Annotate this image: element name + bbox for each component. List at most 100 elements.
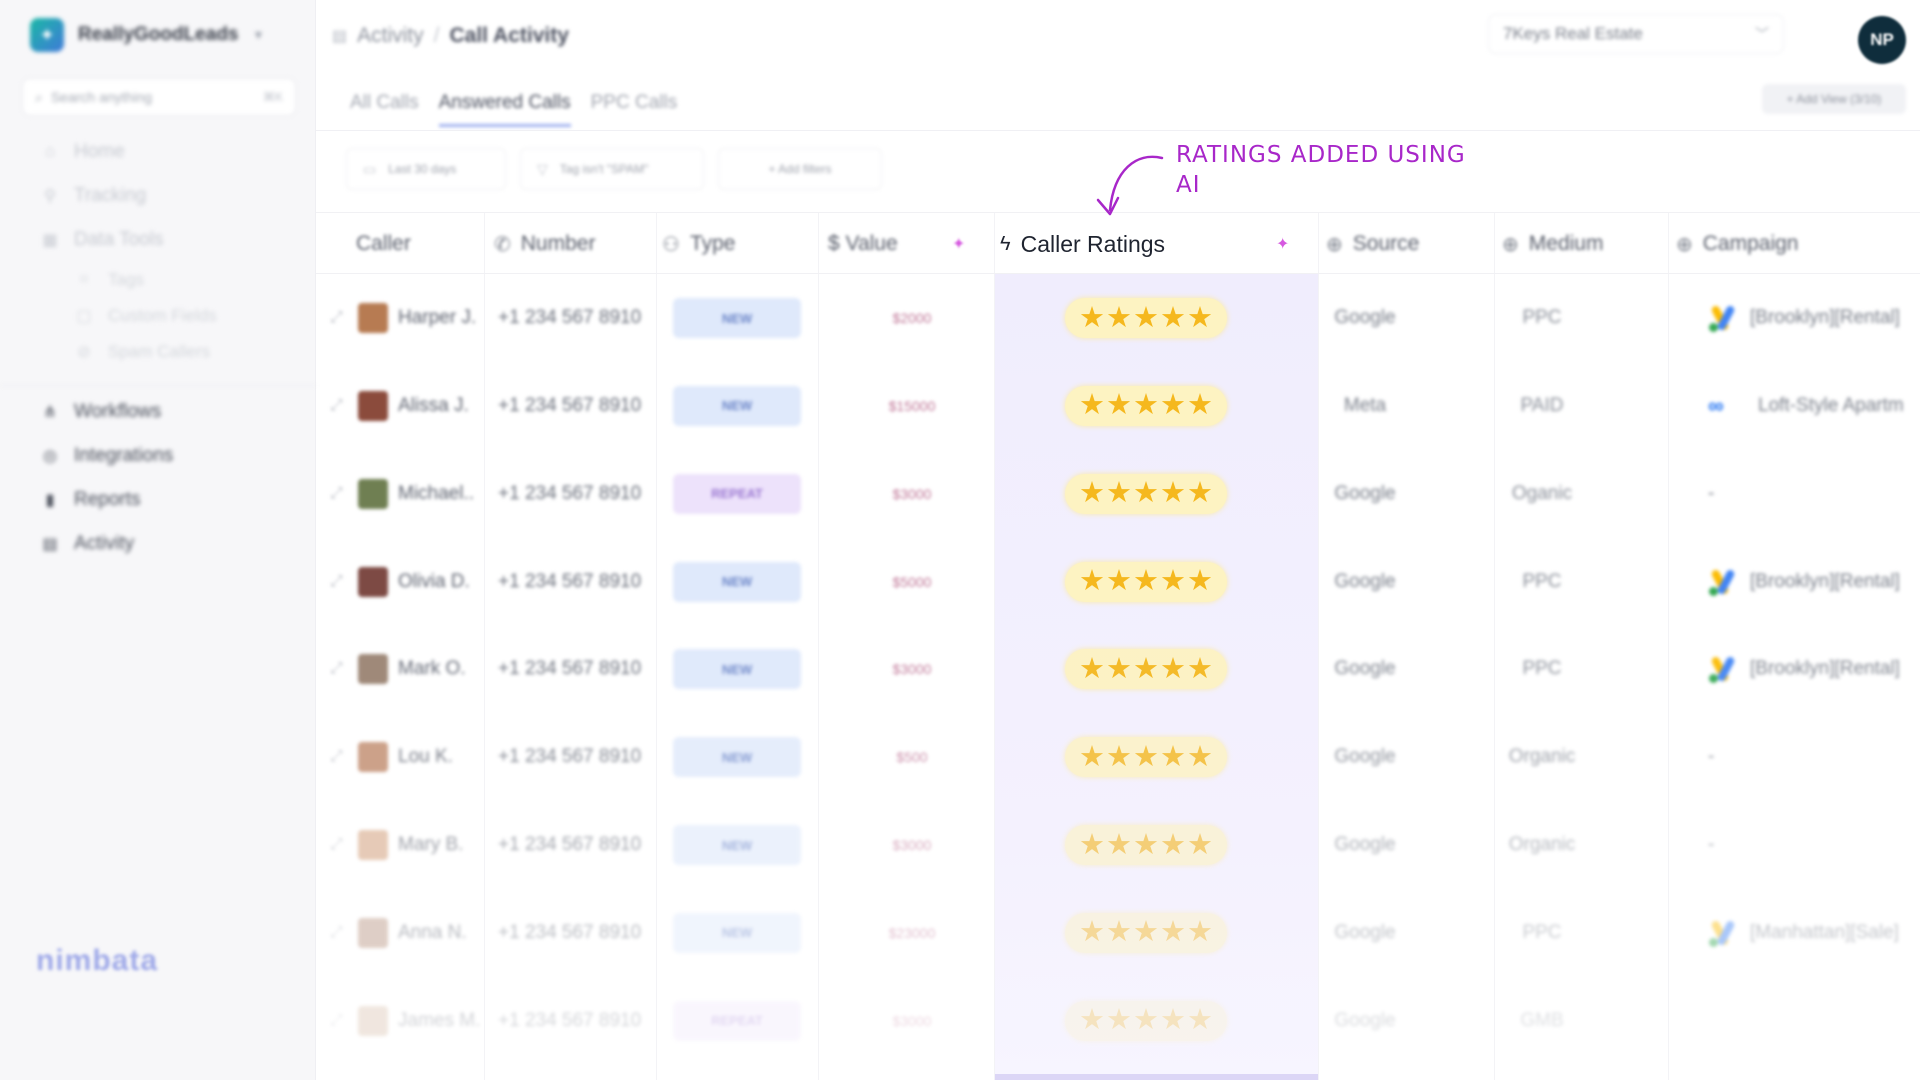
table-row[interactable]: ⤢ Harper J. +1 234 567 8910 NEW $2000 ★ ★ ★ ★ ★ Go… [316, 274, 1920, 362]
medium-value: PAID [1520, 394, 1564, 416]
caller-rating: ★ ★ ★ ★ ★ [1064, 977, 1228, 1065]
sidebar-item-reports[interactable]: ▮ Reports [40, 478, 300, 522]
number-cell: +1 234 567 8910 [498, 801, 658, 889]
chevron-down-icon: ﹀ [1755, 26, 1769, 42]
sidebar-item-activity[interactable]: ▤ Activity [40, 522, 300, 566]
column-header-type[interactable]: ⚇ Type [662, 213, 735, 275]
column-header-campaign[interactable]: ⊕ Campaign [1676, 213, 1799, 275]
column-label: $ Value [828, 232, 898, 255]
sparkle-icon: ✦ [952, 236, 966, 253]
column-header-source[interactable]: ⊕ Source [1326, 213, 1419, 275]
caller-cell[interactable]: Olivia D. [358, 538, 488, 626]
date-filter[interactable]: ▭ Last 30 days [346, 148, 506, 190]
sidebar-item-label: Activity [74, 533, 135, 554]
medium-value: Oganic [1511, 482, 1573, 504]
tag-filter[interactable]: ▽ Tag isn't "SPAM" [520, 148, 704, 190]
table-row[interactable]: ⤢ Michael.. +1 234 567 8910 REPEAT $3000 ★ ★ ★ ★… [316, 450, 1920, 538]
medium-value: PPC [1522, 658, 1562, 680]
add-view-button[interactable]: + Add View (3/10) [1762, 84, 1906, 114]
sidebar-item-custom-fields[interactable]: ▢ Custom Fields [74, 298, 300, 334]
expand-row-icon[interactable]: ⤢ [330, 713, 352, 801]
caller-avatar [358, 830, 388, 861]
campaign-name: Loft-Style Apartm [1758, 394, 1904, 416]
caller-name: Mary B. [398, 834, 464, 856]
sidebar-item-tracking[interactable]: ⚲ Tracking [40, 174, 300, 218]
sidebar-item-spam-callers[interactable]: ⊘ Spam Callers [74, 334, 300, 370]
call-value: $3000 [892, 1012, 932, 1029]
column-header-number[interactable]: ✆ Number [494, 213, 595, 275]
expand-row-icon[interactable]: ⤢ [330, 274, 352, 362]
type-cell: NEW [672, 274, 802, 362]
search-input[interactable]: ⌕ Search anything ⌘K [22, 78, 296, 116]
expand-row-icon[interactable]: ⤢ [330, 450, 352, 538]
activity-icon: ▤ [42, 536, 58, 553]
star-icon: ★ [1106, 477, 1132, 510]
caller-cell[interactable]: Alissa J. [358, 362, 488, 450]
number-cell: +1 234 567 8910 [498, 538, 658, 626]
calendar-icon: ▭ [363, 160, 377, 177]
caller-rating: ★ ★ ★ ★ ★ [1064, 274, 1228, 362]
column-label: Source [1352, 232, 1420, 255]
sidebar-item-integrations[interactable]: ◎ Integrations [40, 434, 300, 478]
caller-name: Mark O. [398, 658, 466, 680]
source-value: Google [1334, 921, 1396, 943]
caller-cell[interactable]: Mark O. [358, 625, 488, 713]
tab-all-calls[interactable]: All Calls [350, 92, 419, 127]
column-header-value[interactable]: $ Value [828, 213, 898, 275]
expand-row-icon[interactable]: ⤢ [330, 889, 352, 977]
column-header-medium[interactable]: ⊕ Medium [1502, 213, 1603, 275]
campaign-name: [Brooklyn][Rental] [1750, 658, 1900, 680]
source-cell: Google [1282, 713, 1448, 801]
sidebar-item-label: Home [74, 141, 125, 162]
page-title: Call Activity [449, 24, 569, 47]
tag-icon: ⌗ [79, 271, 89, 288]
table-row[interactable]: ⤢ Olivia D. +1 234 567 8910 NEW $5000 ★ ★ ★ ★ ★ Go… [316, 538, 1920, 626]
add-filters-button[interactable]: + Add filters [718, 148, 882, 190]
star-icon: ★ [1079, 652, 1105, 685]
table-row[interactable]: ⤢ Alissa J. +1 234 567 8910 NEW $15000 ★ ★ ★ ★ ★ M… [316, 362, 1920, 450]
column-header-caller[interactable]: Caller [356, 213, 411, 275]
avatar[interactable]: NP [1858, 16, 1906, 64]
sidebar-item-home[interactable]: ⌂ Home [40, 130, 300, 174]
sidebar-item-tags[interactable]: ⌗ Tags [74, 262, 300, 298]
campaign-cell: [Brooklyn][Rental] [1708, 538, 1920, 626]
table-row[interactable]: ⤢ Mary B. +1 234 567 8910 NEW $3000 ★ ★ ★ ★ ★ Goog… [316, 801, 1920, 889]
account-select[interactable]: 7Keys Real Estate ﹀ [1488, 14, 1784, 54]
caller-cell[interactable]: James M. [358, 977, 488, 1065]
caller-name: James M. [398, 1009, 481, 1031]
expand-row-icon[interactable]: ⤢ [330, 625, 352, 713]
sidebar-nav-bottom: ⋔ Workflows ◎ Integrations ▮ Reports ▤ Activ… [40, 390, 300, 566]
caller-cell[interactable]: Harper J. [358, 274, 488, 362]
ai-ratings-annotation: RATINGS ADDED USING AI [1176, 142, 1466, 198]
expand-row-icon[interactable]: ⤢ [330, 538, 352, 626]
sidebar-item-data-tools[interactable]: ▦ Data Tools [40, 218, 300, 262]
caller-cell[interactable]: Anna N. [358, 889, 488, 977]
caller-avatar [358, 1005, 388, 1036]
caller-cell[interactable]: Mary B. [358, 801, 488, 889]
breadcrumb-parent[interactable]: Activity [357, 24, 424, 48]
google-ads-icon [1708, 920, 1734, 947]
expand-row-icon[interactable]: ⤢ [330, 801, 352, 889]
caller-number: +1 234 567 8910 [498, 746, 642, 768]
caller-name: Lou K. [398, 746, 453, 768]
sidebar-item-label: Integrations [74, 445, 174, 466]
caller-avatar [358, 566, 388, 597]
tab-ppc-calls[interactable]: PPC Calls [591, 92, 678, 127]
caller-cell[interactable]: Michael.. [358, 450, 488, 538]
table-row[interactable]: ⤢ James M. +1 234 567 8910 REPEAT $3000 ★ ★ ★ ★ ★… [316, 977, 1920, 1065]
star-icon: ★ [1187, 389, 1213, 422]
workspace-switcher[interactable]: ✦ ReallyGoodLeads ▼ [30, 18, 264, 52]
expand-row-icon[interactable]: ⤢ [330, 977, 352, 1065]
rating-stars: ★ ★ ★ ★ ★ [1065, 385, 1227, 426]
table-row[interactable]: ⤢ Anna N. +1 234 567 8910 NEW $23000 ★ ★ ★ ★ ★ Goo… [316, 889, 1920, 977]
sidebar-item-workflows[interactable]: ⋔ Workflows [40, 390, 300, 434]
table-row[interactable]: ⤢ Mark O. +1 234 567 8910 NEW $3000 ★ ★ ★ ★ ★ Goog… [316, 625, 1920, 713]
caller-cell[interactable]: Lou K. [358, 713, 488, 801]
expand-row-icon[interactable]: ⤢ [330, 362, 352, 450]
type-badge: NEW [673, 737, 801, 778]
activity-icon: ▤ [332, 28, 348, 45]
type-cell: NEW [672, 713, 802, 801]
tab-answered-calls[interactable]: Answered Calls [438, 92, 571, 127]
campaign-cell [1708, 977, 1920, 1065]
table-row[interactable]: ⤢ Lou K. +1 234 567 8910 NEW $500 ★ ★ ★ ★ ★ Google… [316, 713, 1920, 801]
